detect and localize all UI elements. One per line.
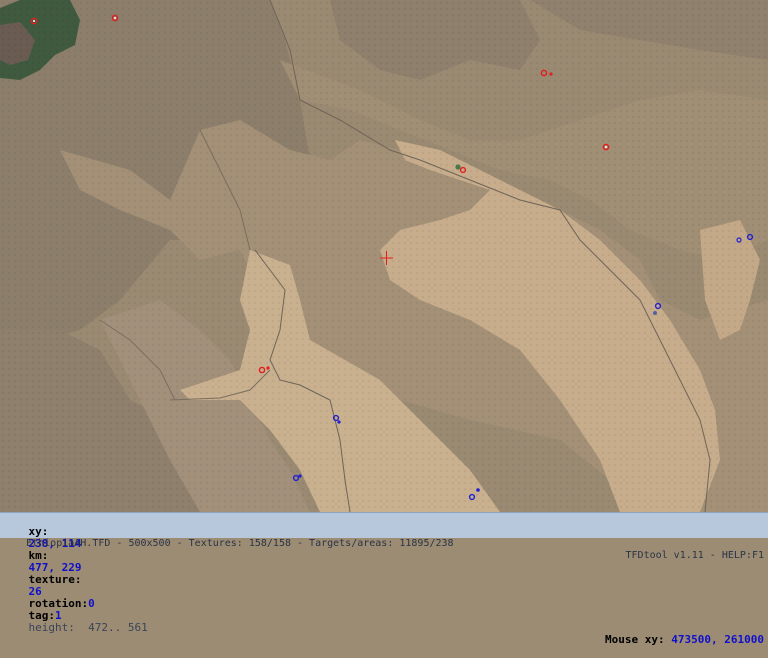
status-bar: xy: 238, 114 km: 477, 229 texture: 26 ro…: [0, 512, 768, 646]
mouse-coords: Mouse xy: 473500, 261000: [605, 634, 764, 646]
terrain-map[interactable]: [0, 0, 768, 512]
height-range: height: 472.. 561: [28, 621, 148, 634]
mouse-value: 473500, 261000: [671, 633, 764, 646]
mouse-label: Mouse xy:: [605, 633, 665, 646]
file-info: EthiopiaAH.TFD - 500x500 - Textures: 158…: [26, 538, 454, 549]
hex-texture: [0, 0, 768, 512]
status-row-secondary: EthiopiaAH.TFD - 500x500 - Textures: 158…: [2, 526, 766, 574]
rotation-value: 0: [88, 597, 95, 610]
tool-info: TFDtool v1.11 - HELP:F1: [625, 550, 764, 561]
